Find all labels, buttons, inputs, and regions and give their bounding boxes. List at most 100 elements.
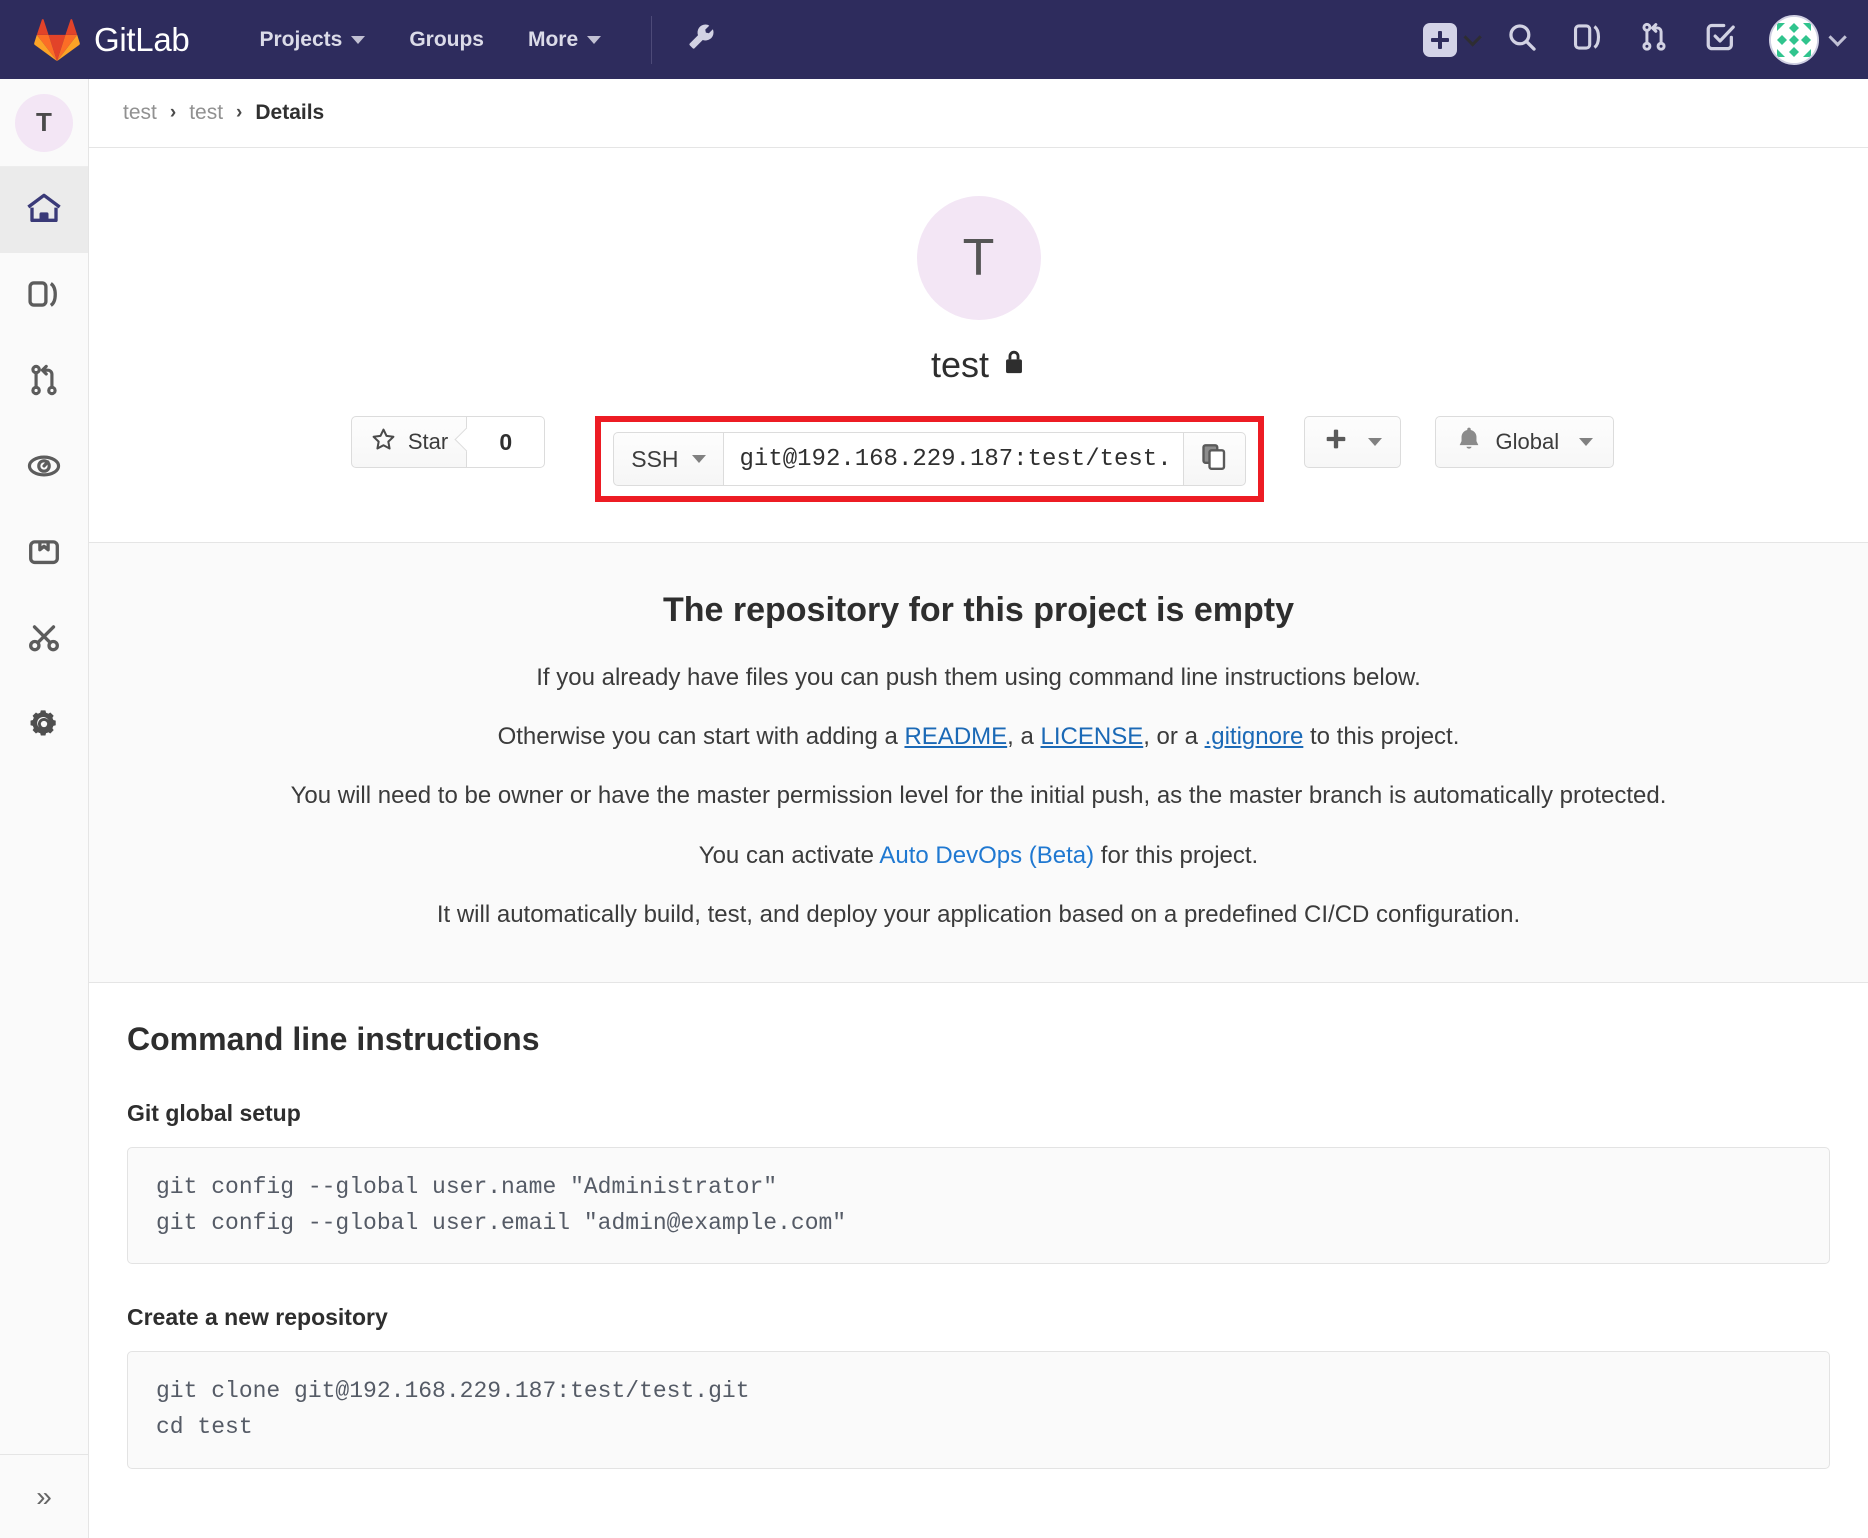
- issues-icon: [1571, 20, 1605, 59]
- nav-divider: [651, 15, 653, 64]
- sidebar-item-packages[interactable]: [0, 511, 88, 597]
- chevron-down-icon: [587, 35, 602, 44]
- chevron-down-icon: [1463, 28, 1482, 47]
- chevron-down-icon: [351, 35, 366, 44]
- top-navigation-bar: GitLab Projects Groups More: [0, 0, 1868, 79]
- nav-item-groups[interactable]: Groups: [387, 20, 506, 60]
- breadcrumb-item-project[interactable]: test: [189, 101, 223, 125]
- search-button[interactable]: [1491, 12, 1553, 68]
- empty-repo-line-5: It will automatically build, test, and d…: [436, 900, 1521, 928]
- home-icon: [24, 188, 64, 233]
- caret-down-icon: [1579, 438, 1594, 446]
- issues-button[interactable]: [1557, 12, 1619, 68]
- cli-heading: Command line instructions: [127, 1020, 540, 1057]
- sidebar-item-settings[interactable]: [0, 683, 88, 769]
- clone-url-highlight-annotation: SSH git@192.168.229.187:test/test.: [595, 416, 1264, 502]
- merge-requests-button[interactable]: [1623, 12, 1685, 68]
- sidebar-item-issues[interactable]: [0, 253, 88, 339]
- clone-url-group: SSH git@192.168.229.187:test/test.: [613, 432, 1246, 486]
- clone-protocol-dropdown[interactable]: SSH: [613, 432, 724, 486]
- project-avatar: T: [916, 196, 1041, 320]
- empty-repo-line-3: You will need to be owner or have the ma…: [290, 782, 1667, 810]
- nav-item-projects[interactable]: Projects: [237, 20, 387, 60]
- copy-to-clipboard-icon: [1199, 442, 1229, 477]
- package-icon: [25, 533, 63, 576]
- cli-code-create-a-new-repository[interactable]: git clone git@192.168.229.187:test/test.…: [127, 1351, 1830, 1469]
- star-button[interactable]: Star: [350, 416, 468, 468]
- empty-repo-line-4: You can activate Auto DevOps (Beta) for …: [119, 840, 1838, 871]
- breadcrumb-item-details: Details: [255, 101, 325, 124]
- empty-repo-line-2-mid-2: , or a: [1143, 723, 1205, 751]
- page-title: test: [931, 344, 1026, 386]
- notification-setting-label: Global: [1495, 429, 1560, 454]
- cli-section-title-git-global-setup: Git global setup: [127, 1099, 301, 1126]
- copy-url-button[interactable]: [1183, 432, 1246, 486]
- merge-requests-icon: [1637, 20, 1671, 59]
- page-layout: T » test › test › Details T test Star 0 …: [0, 79, 1868, 1538]
- nav-item-more[interactable]: More: [506, 20, 623, 60]
- chevron-down-icon: [1828, 28, 1847, 47]
- breadcrumb-item-group[interactable]: test: [123, 101, 157, 125]
- admin-area-button[interactable]: [672, 14, 730, 65]
- sidebar-item-snippets[interactable]: [0, 597, 88, 683]
- rocket-gauge-icon: [25, 447, 63, 490]
- project-avatar-initial: T: [962, 229, 995, 287]
- plus-icon: [1323, 426, 1349, 458]
- empty-repo-line-2: Otherwise you can start with adding a RE…: [119, 721, 1838, 752]
- main-content: test › test › Details T test Star 0 SSH …: [89, 79, 1868, 1538]
- sidebar-item-project-overview[interactable]: [0, 167, 88, 253]
- cli-code-git-global-setup[interactable]: git config --global user.name "Administr…: [127, 1146, 1830, 1265]
- auto-devops-link[interactable]: Auto DevOps (Beta): [879, 842, 1094, 869]
- readme-link[interactable]: README: [904, 723, 1007, 750]
- license-link[interactable]: LICENSE: [1041, 723, 1144, 750]
- gitlab-wordmark: GitLab: [94, 21, 190, 58]
- scissors-icon: [25, 619, 63, 662]
- bell-icon: [1456, 425, 1482, 459]
- nav-item-groups-label: Groups: [409, 27, 484, 51]
- gitignore-link[interactable]: .gitignore: [1205, 723, 1304, 750]
- star-count-badge[interactable]: 0: [467, 416, 546, 468]
- sidebar-project-avatar-link[interactable]: T: [0, 79, 88, 167]
- project-add-dropdown[interactable]: [1303, 416, 1401, 468]
- empty-repo-line-4-pre: You can activate: [698, 841, 880, 869]
- breadcrumb: test › test › Details: [89, 79, 1868, 148]
- breadcrumb-separator: ›: [169, 102, 177, 123]
- new-plus-icon: [1423, 22, 1457, 57]
- notification-setting-dropdown[interactable]: Global: [1434, 416, 1615, 468]
- project-action-row: Star 0 SSH git@192.168.229.187:test/test…: [343, 416, 1615, 502]
- lock-icon: [1002, 344, 1026, 386]
- gitlab-tanuki-logo-icon: [34, 17, 80, 63]
- todos-button[interactable]: [1689, 12, 1751, 68]
- project-sidebar: T »: [0, 79, 89, 1538]
- caret-down-icon: [1367, 438, 1382, 446]
- empty-repo-line-2-mid-1: , a: [1007, 723, 1041, 751]
- gitlab-brand-link[interactable]: GitLab: [34, 17, 190, 63]
- clone-url-value: git@192.168.229.187:test/test.: [739, 445, 1172, 473]
- sidebar-item-ci-cd[interactable]: [0, 425, 88, 511]
- wrench-icon: [686, 22, 716, 57]
- star-button-label: Star: [407, 429, 449, 454]
- user-menu-dropdown[interactable]: [1769, 14, 1847, 65]
- merge-request-icon: [25, 361, 63, 404]
- sidebar-project-avatar: T: [15, 93, 73, 152]
- empty-repo-line-1: If you already have files you can push t…: [536, 664, 1421, 691]
- breadcrumb-separator: ›: [236, 102, 243, 123]
- project-header: T test Star 0 SSH git@192.168.229.187:te…: [89, 148, 1868, 543]
- sidebar-collapse-toggle[interactable]: »: [0, 1454, 88, 1538]
- new-item-dropdown[interactable]: [1419, 22, 1487, 57]
- avatar: [1769, 14, 1819, 65]
- empty-repository-notice: The repository for this project is empty…: [89, 543, 1868, 983]
- todos-icon: [1703, 20, 1737, 59]
- caret-down-icon: [691, 455, 706, 463]
- nav-item-more-label: More: [527, 27, 579, 51]
- clone-protocol-label: SSH: [631, 445, 679, 472]
- search-icon: [1505, 20, 1539, 59]
- empty-repo-line-2-pre: Otherwise you can start with adding a: [497, 723, 905, 751]
- cli-section-title-create-a-new-repository: Create a new repository: [127, 1304, 388, 1331]
- main-nav-items: Projects Groups More: [237, 20, 623, 60]
- clone-url-input[interactable]: git@192.168.229.187:test/test.: [723, 432, 1184, 486]
- sidebar-item-merge-requests[interactable]: [0, 339, 88, 425]
- sidebar-project-initial: T: [36, 107, 52, 137]
- gear-icon: [25, 705, 63, 748]
- top-nav-right-group: [1419, 12, 1847, 68]
